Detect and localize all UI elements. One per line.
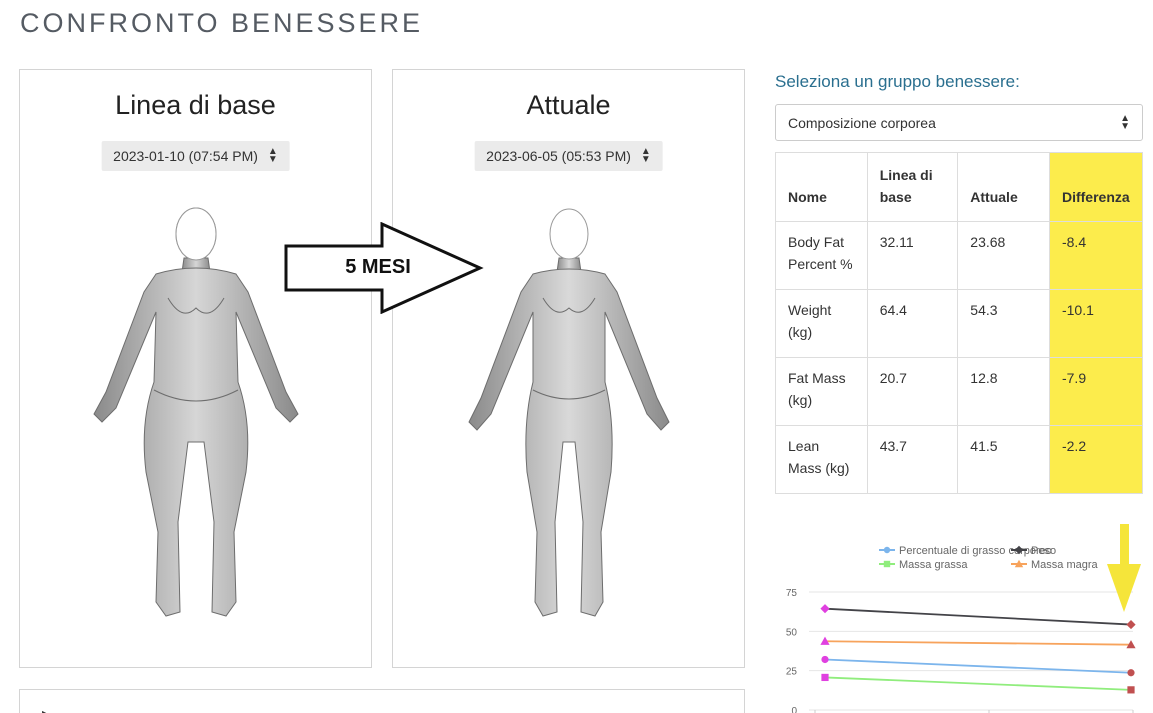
legend-entry: Massa magra: [1031, 559, 1099, 571]
y-tick-label: 25: [786, 667, 798, 678]
group-select-label: Seleziona un gruppo benessere:: [775, 72, 1020, 91]
current-date-value: 2023-06-05 (05:53 PM): [486, 148, 631, 164]
legend-entry: Percentuale di grasso corporeo: [899, 545, 1052, 557]
row-baseline: 43.7: [866, 425, 959, 494]
baseline-date-value: 2023-01-10 (07:54 PM): [113, 148, 258, 164]
table-row: Fat Mass (kg) 20.7 12.8 -7.9: [775, 357, 1144, 426]
series-line: [824, 676, 1132, 691]
group-select-value: Composizione corporea: [788, 114, 936, 131]
row-difference: -10.1: [1048, 289, 1144, 358]
current-date-select[interactable]: 2023-06-05 (05:53 PM) ▲ ▼: [474, 141, 663, 171]
y-tick-label: 50: [786, 627, 798, 638]
legend-marker: [883, 546, 891, 554]
current-body-scan: [467, 208, 670, 617]
current-title: Attuale: [526, 90, 611, 120]
expand-icon[interactable]: ▸: [42, 704, 50, 713]
legend-marker: [883, 560, 891, 568]
row-name: Body Fat Percent %: [775, 221, 868, 290]
row-current: 12.8: [957, 357, 1050, 426]
annotation-arrow-icon: [1107, 564, 1141, 612]
data-point: [820, 604, 830, 614]
row-current: 41.5: [957, 425, 1050, 494]
table-row: Weight (kg) 64.4 54.3 -10.1: [775, 289, 1144, 358]
page-title: CONFRONTO BENESSERE: [20, 8, 424, 38]
row-baseline: 64.4: [866, 289, 959, 358]
data-point: [1126, 619, 1136, 630]
wellness-group-select[interactable]: Composizione corporea ▲ ▼: [775, 104, 1143, 141]
data-point: [821, 655, 829, 664]
data-point: [1127, 686, 1135, 694]
table-row: Body Fat Percent % 32.11 23.68 -8.4: [775, 221, 1144, 290]
header-name: Nome: [775, 152, 868, 222]
row-name: Lean Mass (kg): [775, 425, 868, 494]
row-baseline: 32.11: [866, 221, 959, 290]
series-line: [824, 640, 1132, 646]
row-difference: -8.4: [1048, 221, 1144, 290]
y-tick-label: 0: [791, 706, 797, 713]
baseline-body-scan: [92, 207, 299, 617]
current-panel: Attuale 2023-06-05 (05:53 PM) ▲ ▼: [392, 69, 745, 668]
baseline-panel: Linea di base 2023-01-10 (07:54 PM) ▲ ▼: [19, 69, 372, 668]
header-baseline: Linea di base: [866, 152, 959, 222]
select-caret-icon: ▲ ▼: [1120, 112, 1130, 132]
baseline-title: Linea di base: [115, 90, 276, 120]
header-current: Attuale: [957, 152, 1050, 222]
y-tick-label: 75: [786, 588, 798, 599]
legend-entry: Peso: [1031, 545, 1056, 557]
comparison-table: Nome Linea di base Attuale Differenza Bo…: [775, 152, 1144, 494]
legend-entry: Massa grassa: [899, 559, 968, 571]
row-difference: -7.9: [1048, 357, 1144, 426]
months-elapsed-arrow: 5 MESI: [284, 221, 484, 315]
row-baseline: 20.7: [866, 357, 959, 426]
body-composition-chart: 75 50 25 0 Percentuale di grasso corporeoPes…: [786, 524, 1141, 713]
row-difference: -2.2: [1048, 425, 1144, 494]
series-line: [824, 607, 1132, 626]
header-difference: Differenza: [1048, 152, 1144, 222]
data-point: [1127, 669, 1135, 677]
table-row: Lean Mass (kg) 43.7 41.5 -2.2: [775, 425, 1144, 494]
table-header-row: Nome Linea di base Attuale Differenza: [775, 152, 1144, 222]
bottom-section: ▸: [19, 689, 745, 713]
sort-caret-icon: ▲ ▼: [267, 146, 278, 165]
annotation-arrow-icon: [1120, 524, 1129, 564]
sort-caret-icon: ▲ ▼: [640, 146, 651, 165]
row-name: Fat Mass (kg): [775, 357, 868, 426]
data-point: [821, 673, 829, 682]
row-name: Weight (kg): [775, 289, 868, 358]
row-current: 23.68: [957, 221, 1050, 290]
row-current: 54.3: [957, 289, 1050, 358]
months-elapsed-label: 5 MESI: [345, 256, 411, 278]
baseline-date-select[interactable]: 2023-01-10 (07:54 PM) ▲ ▼: [101, 141, 290, 171]
